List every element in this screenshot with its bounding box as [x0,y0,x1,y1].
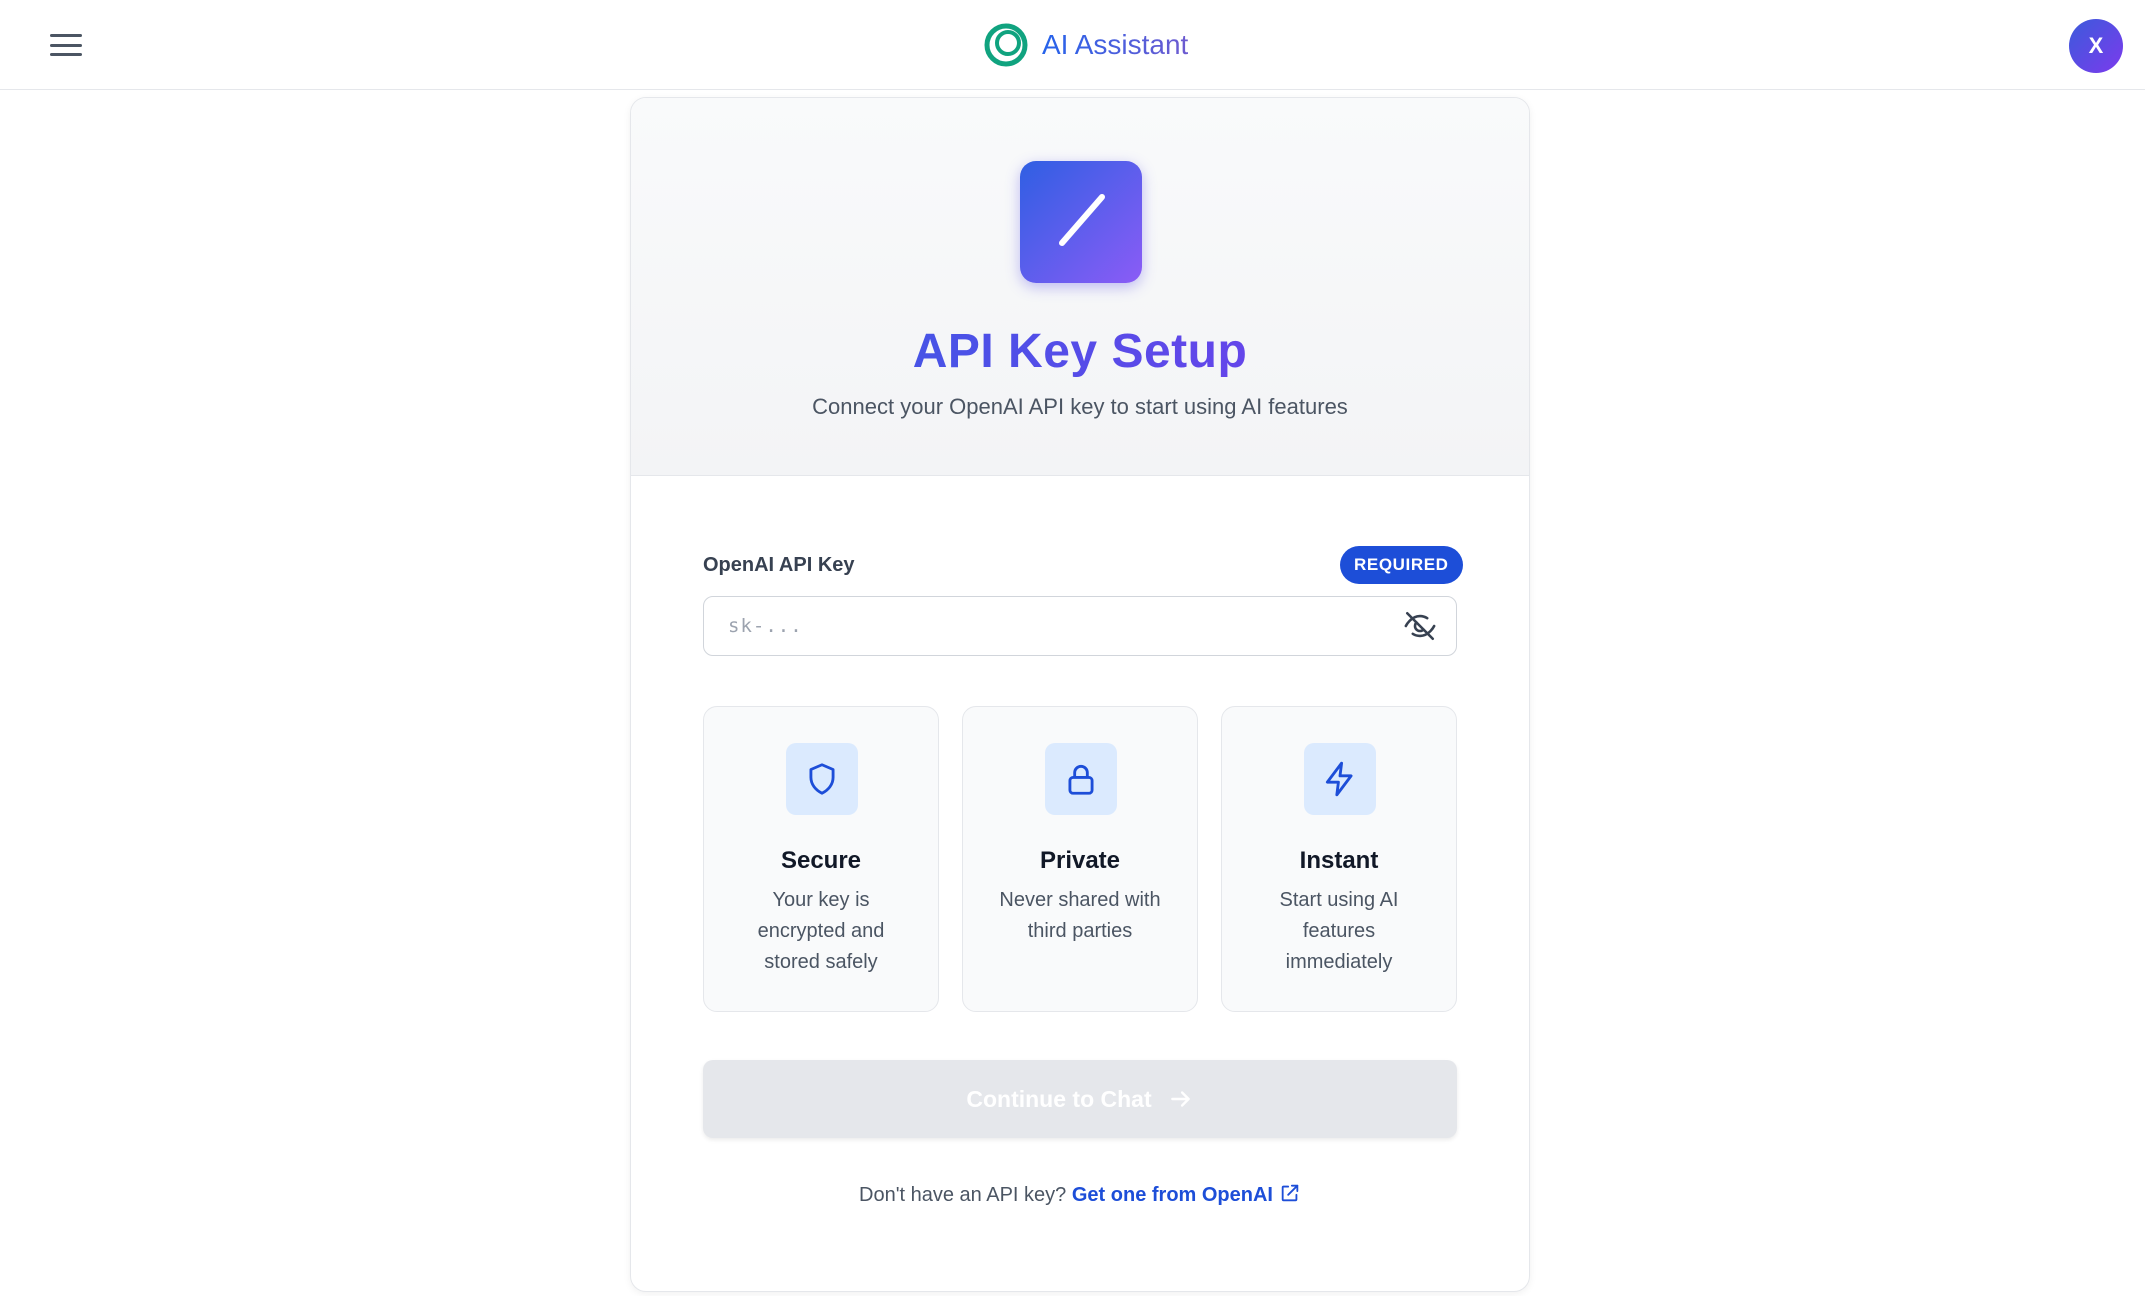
brand-logo-icon [984,23,1028,67]
page-title: API Key Setup [631,324,1529,379]
feature-card-instant: Instant Start using AI features immediat… [1221,706,1457,1012]
get-key-link[interactable]: Get one from OpenAI [1072,1184,1301,1206]
help-text: Don't have an API key? [859,1184,1067,1206]
feature-card-private: Private Never shared with third parties [962,706,1198,1012]
lock-icon [1045,743,1117,815]
lightning-icon [1304,743,1376,815]
feature-card-secure: Secure Your key is encrypted and stored … [703,706,939,1012]
user-avatar[interactable]: X [2069,19,2123,73]
hamburger-menu-icon[interactable] [48,30,84,60]
api-key-input[interactable] [703,596,1457,656]
eye-off-icon[interactable] [1401,607,1439,645]
continue-label: Continue to Chat [966,1085,1152,1112]
arrow-right-icon [1170,1091,1190,1107]
api-key-setup-card: Connect your OpenAI API key to start usi… [630,97,1530,1292]
card-body: OpenAI API Key REQUIRED Secure Your key … [631,476,1529,1291]
api-key-label: OpenAI API Key [703,554,855,576]
continue-to-chat-button[interactable]: Continue to Chat [703,1060,1457,1138]
brand[interactable]: AI Assistant [982,12,1188,78]
feature-list: Secure Your key is encrypted and stored … [703,706,1457,1012]
get-key-link-label: Get one from OpenAI [1071,1184,1273,1206]
feature-title: Secure [780,847,862,874]
shield-icon [786,743,858,815]
required-badge: REQUIRED [1340,546,1463,584]
feature-title: Instant [1299,847,1379,874]
card-header: Connect your OpenAI API key to start usi… [631,98,1529,476]
page-subtitle: Connect your OpenAI API key to start usi… [812,394,1348,419]
feature-title: Private [1039,847,1121,874]
feature-description: Your key is encrypted and stored safely [757,889,885,973]
brand-title: AI Assistant [1042,29,1189,60]
feature-description: Never shared with third parties [999,889,1161,942]
external-link-icon [1281,1184,1299,1202]
pencil-icon [1020,161,1142,283]
api-key-help: Don't have an API key? Get one from Open… [631,1182,1529,1207]
top-bar: AI Assistant X [0,0,2145,90]
feature-description: Start using AI features immediately [1279,889,1399,973]
